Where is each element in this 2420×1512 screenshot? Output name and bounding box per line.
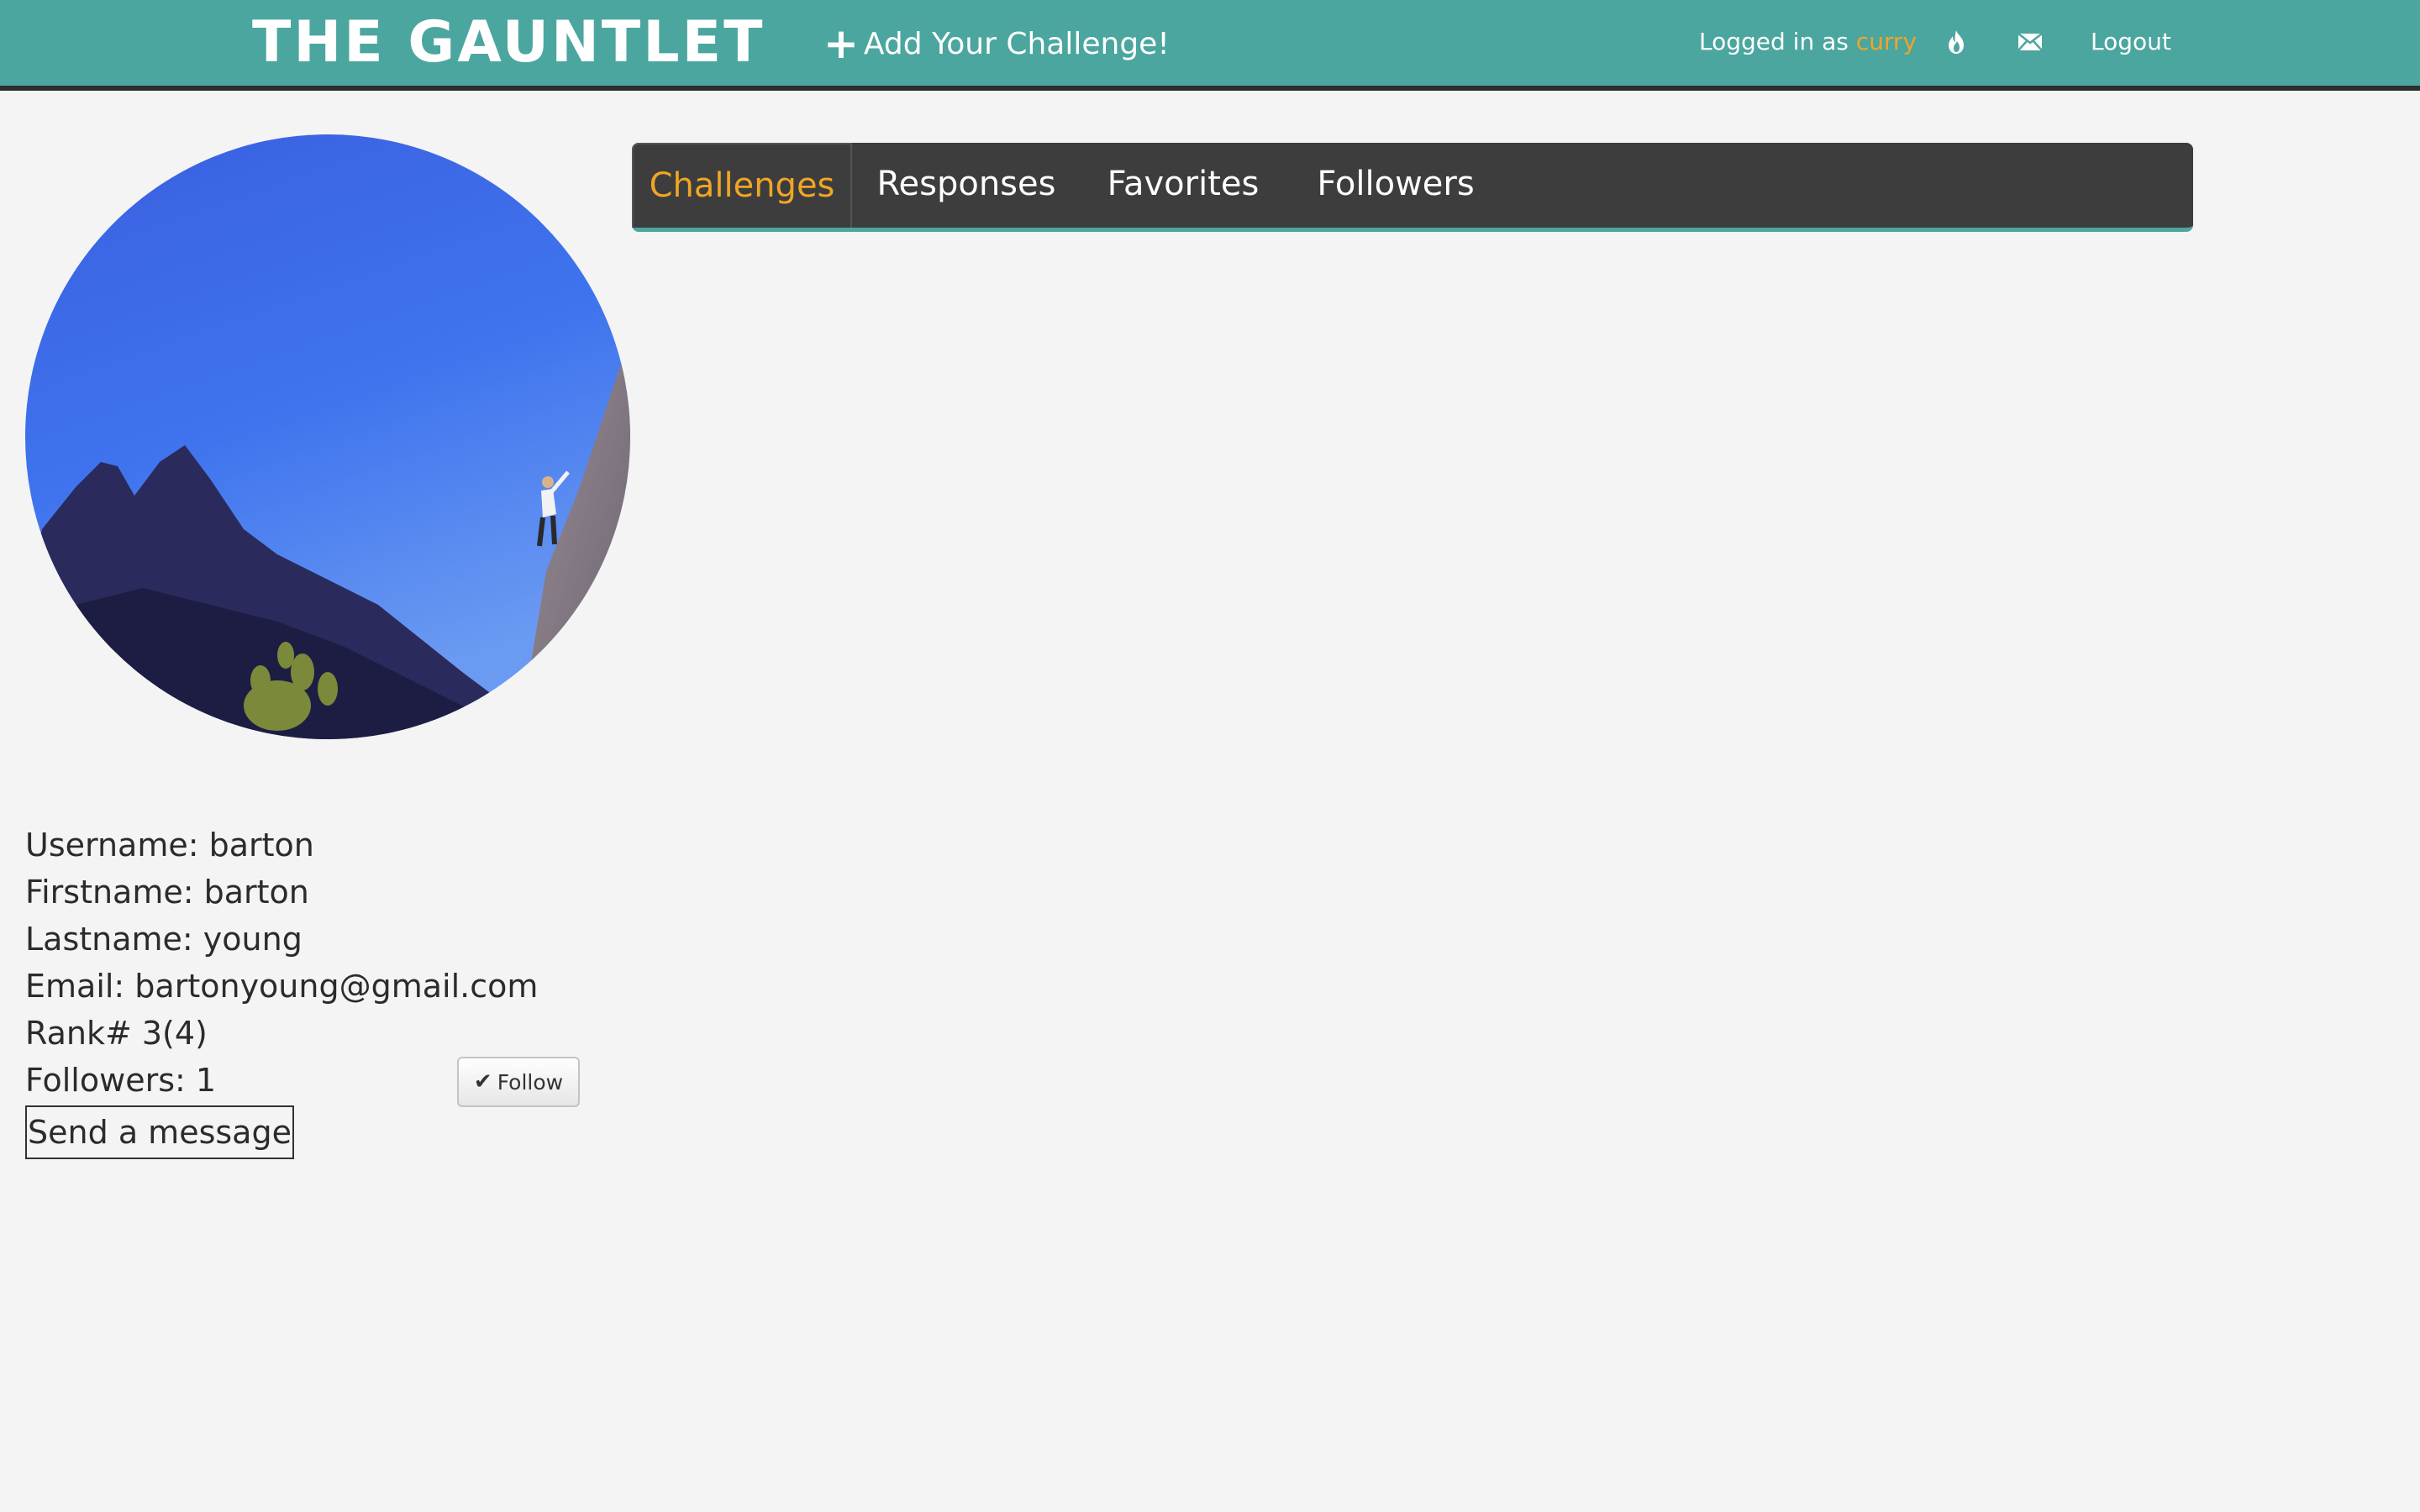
lastname-field: Lastname: young xyxy=(25,921,302,958)
tab-responses[interactable]: Responses xyxy=(852,143,1081,228)
logged-in-status: Logged in as curry xyxy=(1699,25,1917,59)
top-navbar: THE GAUNTLET + Add Your Challenge! Logge… xyxy=(0,0,2420,91)
current-user-link[interactable]: curry xyxy=(1856,28,1917,55)
username-field: Username: barton xyxy=(25,827,314,864)
tab-challenges[interactable]: Challenges xyxy=(632,143,852,228)
email-field: Email: bartonyoung@gmail.com xyxy=(25,968,539,1005)
profile-avatar xyxy=(25,134,630,739)
follow-button-label: Follow xyxy=(497,1069,564,1095)
profile-tabs: Challenges Responses Favorites Followers xyxy=(632,143,2193,232)
add-challenge-label: Add Your Challenge! xyxy=(863,26,1170,61)
follow-button[interactable]: ✔ Follow xyxy=(457,1057,580,1107)
tab-followers[interactable]: Followers xyxy=(1286,143,1506,228)
fire-icon[interactable] xyxy=(1939,25,1973,59)
logout-link[interactable]: Logout xyxy=(2091,25,2171,59)
check-icon: ✔ xyxy=(473,1069,492,1095)
plus-icon: + xyxy=(823,19,859,68)
send-message-button[interactable]: Send a message xyxy=(25,1105,294,1159)
add-challenge-link[interactable]: + Add Your Challenge! xyxy=(823,20,1170,67)
brand-logo[interactable]: THE GAUNTLET xyxy=(252,8,765,77)
tab-favorites[interactable]: Favorites xyxy=(1081,143,1286,228)
firstname-field: Firstname: barton xyxy=(25,874,309,911)
mail-icon[interactable] xyxy=(2013,25,2047,59)
rank-field: Rank# 3(4) xyxy=(25,1015,208,1052)
logged-in-prefix: Logged in as xyxy=(1699,28,1849,55)
